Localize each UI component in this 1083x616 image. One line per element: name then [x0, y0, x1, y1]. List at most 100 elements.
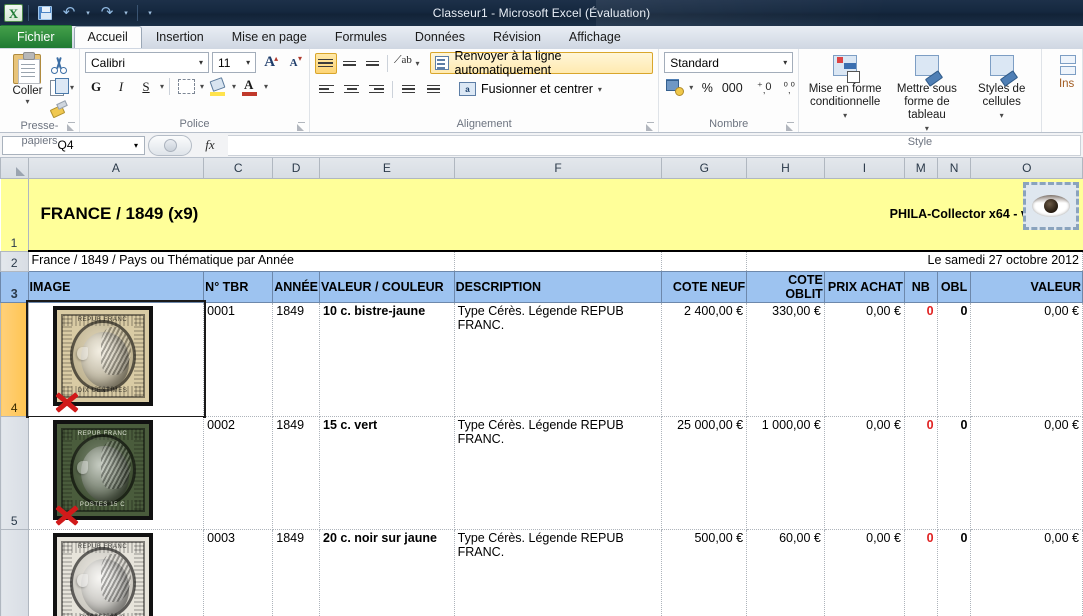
italic-button[interactable]: I [110, 76, 132, 97]
paste-caret-icon[interactable]: ▾ [25, 97, 29, 106]
table-row[interactable]: 6 REPUB FRANC POSTES 20 C 0003 1849 20 c… [0, 528, 1083, 616]
orientation-caret-icon[interactable]: ▾ [416, 59, 420, 68]
table-row[interactable]: 5 REPUB FRANC POSTES 15 C 0002 1849 15 c… [0, 415, 1083, 530]
underline-button[interactable]: S [135, 76, 157, 97]
cell-styles-caret-icon[interactable]: ▾ [1000, 109, 1004, 122]
tab-mise-en-page[interactable]: Mise en page [218, 26, 321, 48]
column-header-f[interactable]: F [453, 158, 663, 179]
cell-tbr[interactable]: 0003 [203, 528, 274, 616]
column-header-g[interactable]: G [661, 158, 748, 179]
font-size-caret-icon[interactable]: ▾ [243, 58, 253, 67]
column-header-n[interactable]: N [936, 158, 972, 179]
conditional-caret-icon[interactable]: ▾ [843, 109, 847, 122]
row-header-1[interactable]: 1 [0, 178, 29, 251]
merge-center-button[interactable]: a Fusionner et centrer ▾ [455, 78, 606, 100]
insert-function-icon[interactable]: fx [192, 137, 228, 153]
number-format-combo[interactable]: Standard ▾ [664, 52, 794, 73]
cell-obl[interactable]: 0 [936, 301, 972, 417]
orientation-icon[interactable]: ⟋ab [392, 53, 413, 74]
align-bottom-icon[interactable] [362, 53, 383, 74]
number-format-caret-icon[interactable]: ▾ [780, 58, 790, 67]
wrap-text-button[interactable]: Renvoyer à la ligne automatiquement [429, 49, 654, 77]
copy-caret-icon[interactable]: ▾ [70, 83, 74, 92]
cell-styles-button[interactable]: Styles de cellules ▾ [969, 54, 1035, 135]
insert-cells-button[interactable]: Ins [1047, 54, 1082, 91]
font-name-caret-icon[interactable]: ▾ [196, 58, 206, 67]
clipboard-dialog-launcher-icon[interactable] [67, 122, 76, 131]
cell-description[interactable]: Type Cérès. Légende REPUB FRANC. [453, 301, 663, 417]
currency-caret-icon[interactable]: ▾ [689, 83, 693, 92]
cut-button[interactable] [50, 55, 74, 75]
cell-nb[interactable]: 0 [903, 301, 938, 417]
cell-annee[interactable]: 1849 [272, 301, 321, 417]
column-header-d[interactable]: D [272, 158, 321, 179]
cell-description[interactable]: Type Cérès. Légende REPUB FRANC. [453, 528, 663, 616]
cell-cote-oblit[interactable]: 1 000,00 € [746, 415, 825, 530]
column-header-o[interactable]: O [970, 158, 1083, 179]
decrease-indent-icon[interactable] [397, 79, 420, 100]
align-middle-icon[interactable] [339, 53, 360, 74]
select-all-corner[interactable] [0, 158, 29, 179]
align-right-icon[interactable] [365, 79, 388, 100]
tab-fichier[interactable]: Fichier [0, 25, 72, 48]
table-caret-icon[interactable]: ▾ [925, 122, 929, 135]
tab-accueil[interactable]: Accueil [73, 26, 142, 48]
cell-cote-oblit[interactable]: 60,00 € [746, 528, 825, 616]
tab-affichage[interactable]: Affichage [555, 26, 635, 48]
cell-tbr[interactable]: 0001 [203, 301, 274, 417]
row-header-4[interactable]: 4 [0, 301, 29, 417]
cell-prix-achat[interactable]: 0,00 € [823, 301, 905, 417]
font-name-combo[interactable]: Calibri ▾ [85, 52, 210, 73]
cell-cote-neuf[interactable]: 2 400,00 € [661, 301, 748, 417]
column-header-a[interactable]: A [27, 158, 205, 179]
conditional-formatting-button[interactable]: Mise en forme conditionnelle ▾ [805, 54, 885, 135]
column-header-i[interactable]: I [823, 158, 905, 179]
column-header-c[interactable]: C [203, 158, 274, 179]
cell-prix-achat[interactable]: 0,00 € [823, 528, 905, 616]
column-header-h[interactable]: H [746, 158, 825, 179]
cell-cote-oblit[interactable]: 330,00 € [746, 301, 825, 417]
tab-formules[interactable]: Formules [321, 26, 401, 48]
grow-font-button[interactable]: A ▴ [259, 52, 280, 73]
cell-nb[interactable]: 0 [903, 415, 938, 530]
currency-button[interactable] [664, 77, 686, 98]
cell-valeur-couleur[interactable]: 15 c. vert [319, 415, 455, 530]
tab-donnees[interactable]: Données [401, 26, 479, 48]
cell-valeur[interactable]: 0,00 € [970, 528, 1083, 616]
paste-button[interactable]: Coller ▾ [5, 52, 50, 119]
alignment-dialog-launcher-icon[interactable] [646, 122, 655, 131]
tab-insertion[interactable]: Insertion [142, 26, 218, 48]
row-header-6[interactable]: 6 [0, 528, 29, 616]
stamp-image-cell[interactable]: REPUB FRANC DIX CENTIMES [26, 300, 206, 418]
bold-button[interactable]: G [85, 76, 107, 97]
table-row[interactable]: 4 REPUB FRANC DIX CENTIMES 0001 1849 10 … [0, 300, 1083, 418]
cell-obl[interactable]: 0 [936, 415, 972, 530]
cell-obl[interactable]: 0 [936, 528, 972, 616]
cell-tbr[interactable]: 0002 [203, 415, 274, 530]
tab-revision[interactable]: Révision [479, 26, 555, 48]
cell-valeur-couleur[interactable]: 10 c. bistre-jaune [319, 301, 455, 417]
cell-cote-neuf[interactable]: 500,00 € [661, 528, 748, 616]
cell-annee[interactable]: 1849 [272, 528, 321, 616]
cell-valeur-couleur[interactable]: 20 c. noir sur jaune [319, 528, 455, 616]
format-painter-button[interactable] [50, 99, 74, 119]
font-color-caret-icon[interactable]: ▾ [264, 82, 268, 91]
font-color-button[interactable]: A [239, 76, 261, 97]
delete-x-icon[interactable] [53, 503, 79, 527]
column-header-m[interactable]: M [903, 158, 938, 179]
cell-valeur[interactable]: 0,00 € [970, 301, 1083, 417]
borders-caret-icon[interactable]: ▾ [200, 82, 204, 91]
merge-caret-icon[interactable]: ▾ [598, 85, 602, 94]
align-center-icon[interactable] [340, 79, 363, 100]
format-as-table-button[interactable]: Mettre sous forme de tableau ▾ [887, 54, 967, 135]
cell-annee[interactable]: 1849 [272, 415, 321, 530]
borders-button[interactable] [175, 76, 197, 97]
copy-button[interactable]: ▾ [49, 77, 74, 97]
underline-caret-icon[interactable]: ▾ [160, 82, 164, 91]
align-top-icon[interactable] [315, 52, 337, 74]
percent-button[interactable]: % [696, 77, 718, 98]
font-size-combo[interactable]: 11 ▾ [212, 52, 257, 73]
formula-bar-buttons[interactable] [148, 134, 192, 156]
cell-nb[interactable]: 0 [903, 528, 938, 616]
name-box-caret-icon[interactable]: ▾ [128, 141, 144, 150]
